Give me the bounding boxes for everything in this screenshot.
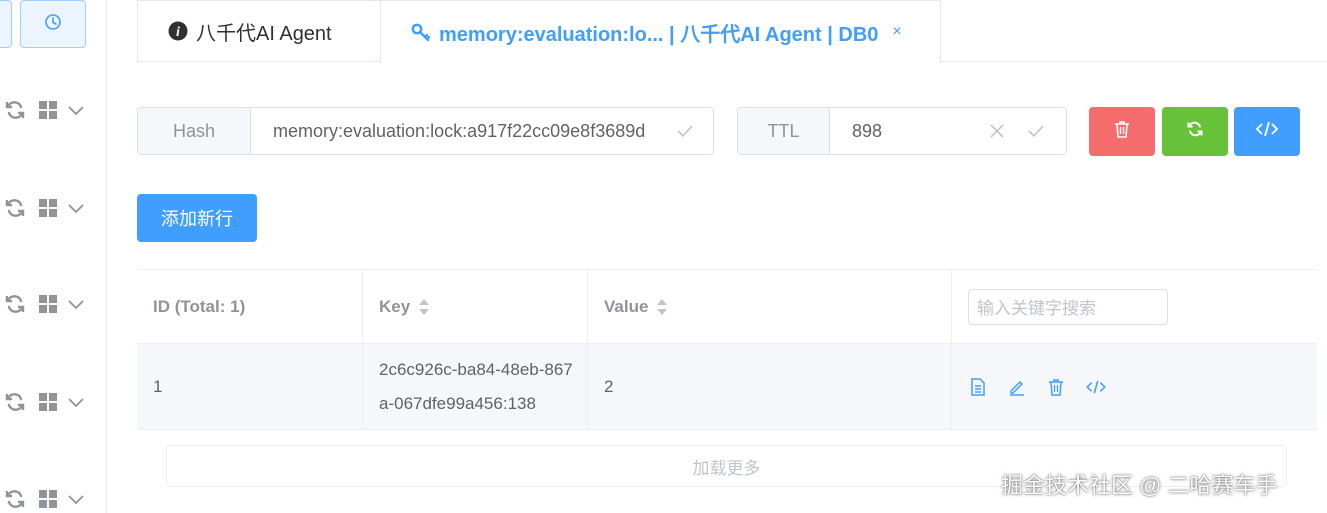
row-actions-cell	[952, 344, 1317, 429]
column-header-search: 输入关键字搜索	[952, 270, 1317, 343]
trash-icon[interactable]	[1048, 378, 1064, 396]
tab-key-detail[interactable]: memory:evaluation:lo... | 八千代AI Agent | …	[380, 0, 941, 63]
refresh-icon[interactable]	[4, 293, 26, 315]
row-id: 1	[137, 344, 363, 429]
chevron-down-icon[interactable]	[67, 493, 85, 505]
column-label: Key	[379, 296, 411, 316]
chevron-down-icon[interactable]	[67, 202, 85, 214]
column-label: ID (Total: 1)	[153, 296, 246, 316]
column-header-value[interactable]: Value	[588, 270, 952, 343]
refresh-icon[interactable]	[4, 391, 26, 413]
table-row: 1 2c6c926c-ba84-48eb-867a-067dfe99a456:1…	[137, 344, 1317, 430]
add-row-button[interactable]: 添加新行	[137, 194, 257, 242]
grid-icon[interactable]	[38, 294, 58, 314]
watermark: 掘金技术社区 @ 二哈赛车手	[1001, 473, 1278, 498]
trash-icon	[1114, 120, 1130, 143]
ttl-label: TTL	[738, 108, 830, 154]
check-icon[interactable]	[677, 108, 713, 154]
sidebar-db-row	[0, 196, 100, 220]
info-icon: i	[168, 21, 188, 41]
hash-table: ID (Total: 1) Key Value 输入关键字搜索 1 2c6c92…	[137, 269, 1317, 430]
sidebar-db-row	[0, 292, 100, 316]
tab-label: memory:evaluation:lo... | 八千代AI Agent | …	[439, 23, 879, 46]
sort-icon[interactable]	[656, 298, 668, 316]
row-key: 2c6c926c-ba84-48eb-867a-067dfe99a456:138	[379, 359, 573, 413]
refresh-icon	[1186, 120, 1204, 143]
row-actions	[968, 377, 1106, 396]
delete-key-button[interactable]	[1089, 107, 1155, 156]
dump-command-button[interactable]	[1234, 107, 1300, 156]
column-label: Value	[604, 296, 649, 316]
close-icon[interactable]: ×	[892, 23, 901, 41]
check-icon[interactable]	[1028, 108, 1066, 154]
tab-connection[interactable]: i 八千代AI Agent	[137, 0, 381, 62]
document-icon[interactable]	[970, 377, 986, 396]
refresh-key-button[interactable]	[1162, 107, 1228, 156]
code-icon[interactable]	[1086, 378, 1106, 396]
chevron-down-icon[interactable]	[67, 104, 85, 116]
search-input[interactable]: 输入关键字搜索	[968, 288, 1168, 325]
grid-icon[interactable]	[38, 392, 58, 412]
svg-text:i: i	[176, 25, 180, 40]
refresh-icon[interactable]	[4, 99, 26, 121]
table-header: ID (Total: 1) Key Value 输入关键字搜索	[137, 270, 1317, 344]
sort-icon[interactable]	[418, 298, 430, 316]
refresh-icon[interactable]	[4, 488, 26, 510]
ttl-field: TTL 898	[737, 107, 1067, 155]
row-value: 2	[588, 344, 952, 429]
clear-icon[interactable]	[990, 108, 1028, 154]
app-root: i 八千代AI Agent memory:evaluation:lo... | …	[0, 0, 1327, 513]
chevron-down-icon[interactable]	[67, 396, 85, 408]
hash-input[interactable]: memory:evaluation:lock:a917f22cc09e8f368…	[251, 108, 677, 154]
grid-icon[interactable]	[38, 198, 58, 218]
sidebar-db-row	[0, 98, 100, 122]
code-icon	[1255, 121, 1279, 142]
edit-icon[interactable]	[1008, 378, 1026, 396]
sidebar	[0, 0, 107, 513]
refresh-icon[interactable]	[4, 197, 26, 219]
tab-bar: i 八千代AI Agent memory:evaluation:lo... | …	[137, 0, 1327, 63]
row-key-cell: 2c6c926c-ba84-48eb-867a-067dfe99a456:138	[363, 344, 588, 429]
sidebar-db-row	[0, 487, 100, 511]
ttl-input[interactable]: 898	[830, 108, 990, 154]
key-icon	[411, 22, 431, 42]
chevron-down-icon[interactable]	[67, 298, 85, 310]
history-button[interactable]	[20, 0, 86, 48]
clock-icon	[44, 13, 62, 36]
column-header-id: ID (Total: 1)	[137, 270, 363, 343]
grid-icon[interactable]	[38, 489, 58, 509]
grid-icon[interactable]	[38, 100, 58, 120]
sidebar-partial-button[interactable]	[0, 0, 12, 48]
sidebar-db-row	[0, 390, 100, 414]
tab-label: 八千代AI Agent	[196, 22, 332, 45]
hash-label: Hash	[138, 108, 251, 154]
column-header-key[interactable]: Key	[363, 270, 588, 343]
hash-field: Hash memory:evaluation:lock:a917f22cc09e…	[137, 107, 714, 155]
